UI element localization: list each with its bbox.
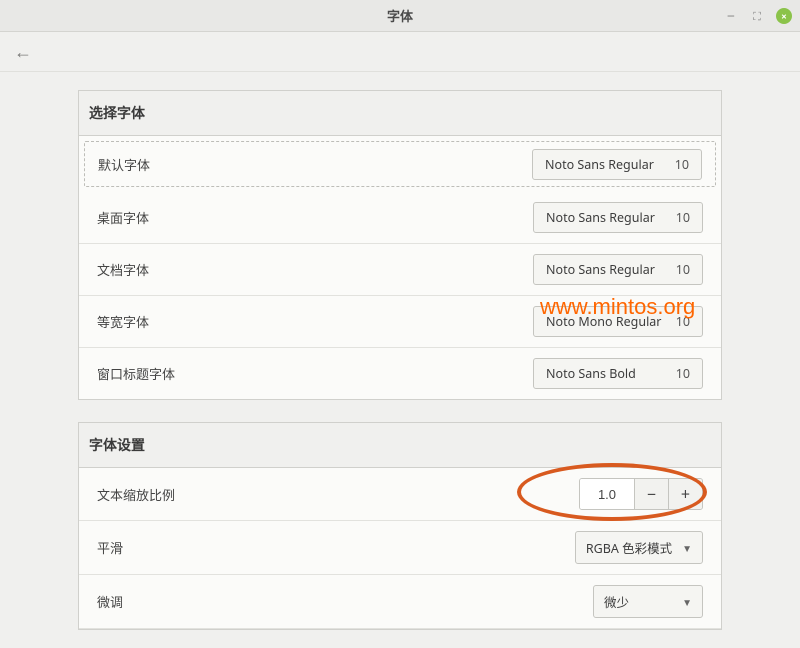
section-header-settings: 字体设置: [78, 422, 722, 467]
font-name: Noto Sans Bold: [546, 365, 636, 382]
hinting-dropdown[interactable]: 微少 ▼: [593, 585, 703, 618]
close-button[interactable]: ×: [776, 8, 792, 24]
row-desktop-font: 桌面字体 Noto Sans Regular 10: [79, 192, 721, 244]
font-size: 10: [676, 261, 690, 278]
row-hinting: 微调 微少 ▼: [79, 575, 721, 629]
row-label: 等宽字体: [97, 312, 149, 331]
section-body-fonts: 默认字体 Noto Sans Regular 10 桌面字体 Noto Sans…: [78, 135, 722, 400]
window-title: 字体: [387, 6, 413, 25]
row-antialias: 平滑 RGBA 色彩模式 ▼: [79, 521, 721, 575]
font-size: 10: [676, 313, 690, 330]
decrement-button[interactable]: −: [634, 479, 668, 509]
row-label: 默认字体: [98, 155, 150, 174]
window-controls: − ⛶ ×: [724, 0, 792, 32]
back-button[interactable]: ←: [14, 40, 32, 64]
text-scale-stepper: − +: [579, 478, 703, 510]
row-mono-font: 等宽字体 Noto Mono Regular 10: [79, 296, 721, 348]
section-body-settings: 文本缩放比例 − + 平滑 RGBA 色彩模式 ▼ 微调 微少 ▼: [78, 467, 722, 630]
chevron-down-icon: ▼: [682, 541, 692, 555]
row-default-font: 默认字体 Noto Sans Regular 10: [84, 141, 716, 187]
font-size: 10: [676, 209, 690, 226]
font-name: Noto Sans Regular: [545, 156, 654, 173]
row-label: 文本缩放比例: [97, 485, 175, 504]
font-select-document[interactable]: Noto Sans Regular 10: [533, 254, 703, 285]
font-size: 10: [676, 365, 690, 382]
chevron-down-icon: ▼: [682, 595, 692, 609]
font-name: Noto Mono Regular: [546, 313, 661, 330]
row-titlebar-font: 窗口标题字体 Noto Sans Bold 10: [79, 348, 721, 399]
font-name: Noto Sans Regular: [546, 209, 655, 226]
row-label: 平滑: [97, 538, 123, 557]
maximize-button[interactable]: ⛶: [750, 9, 764, 23]
antialias-dropdown[interactable]: RGBA 色彩模式 ▼: [575, 531, 703, 564]
row-document-font: 文档字体 Noto Sans Regular 10: [79, 244, 721, 296]
font-select-default[interactable]: Noto Sans Regular 10: [532, 149, 702, 180]
increment-button[interactable]: +: [668, 479, 702, 509]
toolbar: ←: [0, 32, 800, 72]
font-name: Noto Sans Regular: [546, 261, 655, 278]
minimize-button[interactable]: −: [724, 9, 738, 23]
font-size: 10: [675, 156, 689, 173]
content-area: 选择字体 默认字体 Noto Sans Regular 10 桌面字体 Noto…: [0, 72, 800, 648]
font-select-titlebar[interactable]: Noto Sans Bold 10: [533, 358, 703, 389]
section-header-fonts: 选择字体: [78, 90, 722, 135]
font-select-mono[interactable]: Noto Mono Regular 10: [533, 306, 703, 337]
row-label: 桌面字体: [97, 208, 149, 227]
row-text-scale: 文本缩放比例 − +: [79, 468, 721, 521]
row-label: 微调: [97, 592, 123, 611]
row-label: 文档字体: [97, 260, 149, 279]
dropdown-value: 微少: [604, 592, 629, 611]
titlebar: 字体 − ⛶ ×: [0, 0, 800, 32]
dropdown-value: RGBA 色彩模式: [586, 538, 672, 557]
font-select-desktop[interactable]: Noto Sans Regular 10: [533, 202, 703, 233]
text-scale-input[interactable]: [580, 479, 634, 509]
row-label: 窗口标题字体: [97, 364, 175, 383]
